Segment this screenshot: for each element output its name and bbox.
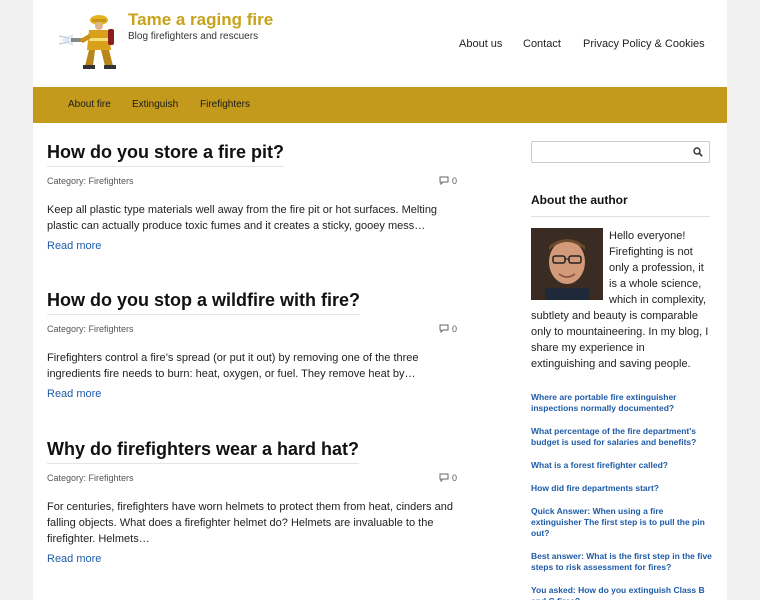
sidebar-link[interactable]: Where are portable fire extinguisher ins… <box>531 392 713 414</box>
read-more-link[interactable]: Read more <box>47 240 101 252</box>
nav-firefighters[interactable]: Firefighters <box>200 99 250 110</box>
article-title[interactable]: How do you stop a wildfire with fire? <box>47 289 361 315</box>
comment-count[interactable]: 0 <box>439 473 457 483</box>
article-2: How do you stop a wildfire with fire? Ca… <box>47 289 467 409</box>
comment-count[interactable]: 0 <box>439 176 457 186</box>
article-1: How do you store a fire pit? Category: F… <box>47 141 467 261</box>
comment-icon <box>439 473 449 483</box>
comment-count-value: 0 <box>451 176 457 186</box>
sidebar-link[interactable]: What percentage of the fire department's… <box>531 426 713 448</box>
sidebar-link[interactable]: Quick Answer: When using a fire extingui… <box>531 506 713 539</box>
topnav-about-us[interactable]: About us <box>459 38 502 50</box>
nav-extinguish[interactable]: Extinguish <box>132 99 178 110</box>
page: Tame a raging fire Blog firefighters and… <box>33 0 727 600</box>
sidebar-link[interactable]: Best answer: What is the first step in t… <box>531 551 713 573</box>
sidebar-link[interactable]: How did fire departments start? <box>531 483 713 494</box>
sidebar-links: Where are portable fire extinguisher ins… <box>531 392 713 600</box>
article-title[interactable]: Why do firefighters wear a hard hat? <box>47 438 360 464</box>
read-more-link[interactable]: Read more <box>47 553 101 565</box>
site-title[interactable]: Tame a raging fire <box>128 10 273 30</box>
comment-icon <box>439 176 449 186</box>
author-photo <box>531 228 603 300</box>
topnav-privacy[interactable]: Privacy Policy & Cookies <box>583 38 705 50</box>
firefighter-logo[interactable] <box>59 10 121 72</box>
sidebar-link[interactable]: You asked: How do you extinguish Class B… <box>531 585 713 600</box>
article-category[interactable]: Category: Firefighters <box>47 176 134 186</box>
article-3: Why do firefighters wear a hard hat? Cat… <box>47 438 467 578</box>
author-avatar <box>531 228 603 300</box>
article-category[interactable]: Category: Firefighters <box>47 324 134 334</box>
site-tagline: Blog firefighters and rescuers <box>128 31 259 42</box>
topnav-contact[interactable]: Contact <box>523 38 561 50</box>
nav-about-fire[interactable]: About fire <box>68 99 111 110</box>
site-header: Tame a raging fire Blog firefighters and… <box>33 0 727 87</box>
comment-icon <box>439 324 449 334</box>
comment-count-value: 0 <box>451 473 457 483</box>
about-author-heading: About the author <box>531 193 710 217</box>
article-excerpt: Keep all plastic type materials well awa… <box>47 204 438 232</box>
search-input[interactable] <box>531 141 710 163</box>
read-more-link[interactable]: Read more <box>47 388 101 400</box>
comment-count[interactable]: 0 <box>439 324 457 334</box>
article-title[interactable]: How do you store a fire pit? <box>47 141 285 167</box>
comment-count-value: 0 <box>451 324 457 334</box>
sidebar-link[interactable]: What is a forest firefighter called? <box>531 460 713 471</box>
article-excerpt: For centuries, firefighters have worn he… <box>47 501 453 545</box>
article-category[interactable]: Category: Firefighters <box>47 473 134 483</box>
main-navbar: About fire Extinguish Firefighters <box>33 87 727 123</box>
article-excerpt: Firefighters control a fire’s spread (or… <box>47 352 419 380</box>
search-icon[interactable] <box>693 147 703 157</box>
